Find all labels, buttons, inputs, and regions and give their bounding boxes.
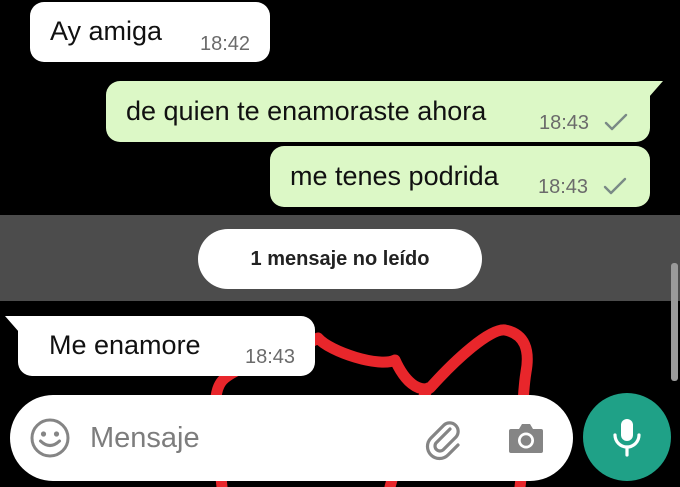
message-text: me tenes podrida (290, 161, 499, 191)
paperclip-icon[interactable] (420, 415, 466, 461)
message-bubble-incoming[interactable]: Ay amiga 18:42 (30, 2, 270, 62)
scrollbar[interactable] (671, 263, 678, 381)
bubble-tail (5, 316, 19, 332)
message-text: Ay amiga (50, 16, 163, 46)
unread-messages-badge: 1 mensaje no leído (198, 229, 482, 289)
microphone-icon (613, 419, 641, 457)
message-input[interactable] (90, 415, 390, 461)
unread-divider: 1 mensaje no leído (0, 215, 680, 301)
message-time: 18:43 (538, 176, 589, 198)
message-time: 18:43 (539, 112, 590, 134)
composer-bar (10, 395, 573, 481)
message-bubble-incoming[interactable]: Me enamore 18:43 (5, 316, 315, 376)
message-bubble-outgoing[interactable]: de quien te enamoraste ahora 18:43 (106, 81, 663, 142)
check-icon (604, 113, 628, 131)
message-time: 18:42 (200, 33, 251, 55)
message-bubble-outgoing[interactable]: me tenes podrida 18:43 (270, 146, 650, 207)
camera-icon[interactable] (503, 415, 549, 461)
check-icon (603, 177, 627, 195)
voice-record-button[interactable] (583, 393, 671, 481)
message-text: Me enamore (49, 330, 201, 360)
message-time: 18:43 (245, 346, 296, 368)
emoji-icon[interactable] (28, 416, 72, 460)
message-text: de quien te enamoraste ahora (126, 96, 487, 126)
bubble-tail (649, 81, 663, 97)
